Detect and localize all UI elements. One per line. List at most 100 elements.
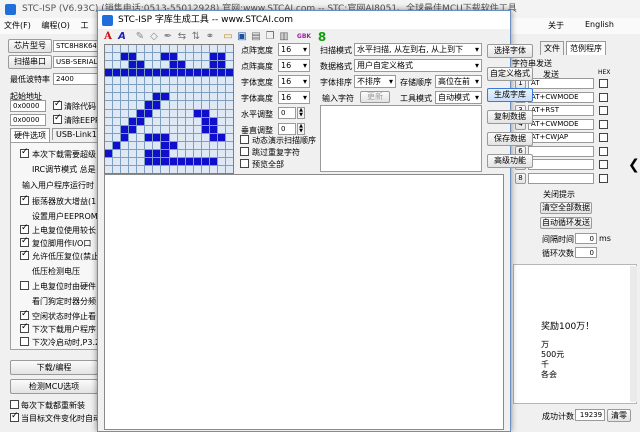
glyph-pixel[interactable] <box>129 69 137 77</box>
eraser-icon[interactable]: ◇ <box>148 30 160 44</box>
glyph-pixel[interactable] <box>153 85 161 93</box>
glyph-pixel[interactable] <box>161 117 169 125</box>
pen-icon[interactable]: ✒ <box>162 30 174 44</box>
gbk-icon[interactable]: GBK <box>294 30 314 44</box>
glyph-pixel[interactable] <box>145 93 153 101</box>
glyph-pixel[interactable] <box>137 141 145 149</box>
glyph-pixel[interactable] <box>161 133 169 141</box>
glyph-pixel[interactable] <box>105 101 113 109</box>
glyph-pixel[interactable] <box>161 53 169 61</box>
glyph-pixel[interactable] <box>185 157 193 165</box>
glyph-pixel[interactable] <box>145 69 153 77</box>
glyph-pixel[interactable] <box>113 61 121 69</box>
glyph-pixel[interactable] <box>209 61 217 69</box>
glyph-pixel[interactable] <box>105 117 113 125</box>
v-adjust-spinner-icon[interactable]: ▲ ▼ <box>297 123 305 135</box>
glyph-pixel[interactable] <box>185 149 193 157</box>
glyph-pixel[interactable] <box>145 165 153 173</box>
glyph-pixel[interactable] <box>105 149 113 157</box>
send-row-hex-checkbox[interactable] <box>599 92 608 102</box>
chip-model-select[interactable]: STC8H8K64U <box>53 40 99 52</box>
option-checkbox-11[interactable] <box>20 309 29 320</box>
glyph-pixel[interactable] <box>193 149 201 157</box>
glyph-pixel[interactable] <box>209 141 217 149</box>
option-checkbox-5[interactable] <box>20 223 29 234</box>
glyph-pixel[interactable] <box>177 133 185 141</box>
dot-height-select[interactable]: 16 <box>278 59 310 72</box>
glyph-pixel[interactable] <box>161 149 169 157</box>
glyph-pixel[interactable] <box>201 53 209 61</box>
glyph-pixel[interactable] <box>193 45 201 53</box>
glyph-pixel[interactable] <box>185 101 193 109</box>
font-blue-icon[interactable]: A <box>116 30 128 44</box>
glyph-pixel[interactable] <box>225 101 233 109</box>
send-row-input[interactable]: AT+CWJAP <box>528 132 594 143</box>
glyph-pixel[interactable] <box>137 61 145 69</box>
glyph-pixel[interactable] <box>161 45 169 53</box>
option-checkbox-13[interactable] <box>20 337 29 346</box>
send-row-hex-checkbox[interactable] <box>599 173 608 183</box>
glyph-pixel[interactable] <box>145 85 153 93</box>
h-adjust-input[interactable]: 0 <box>278 107 296 119</box>
glyph-pixel[interactable] <box>121 125 129 133</box>
glyph-pixel[interactable] <box>153 53 161 61</box>
swap-icon[interactable]: ⇆ <box>176 30 188 44</box>
font-height-select[interactable]: 16 <box>278 91 310 104</box>
menu-program[interactable]: 编程(O) <box>37 18 74 33</box>
loop-count-input[interactable]: 0 <box>575 247 597 258</box>
glyph-pixel[interactable] <box>145 117 153 125</box>
send-row-input[interactable]: AT+CWMODE <box>528 118 594 130</box>
glyph-pixel[interactable] <box>217 101 225 109</box>
glyph-pixel[interactable] <box>177 61 185 69</box>
tool-mode-select[interactable]: 自动模式 <box>435 91 482 104</box>
glyph-pixel[interactable] <box>225 125 233 133</box>
open-folder-icon[interactable]: ▭ <box>222 30 234 44</box>
send-row-input[interactable]: AT+RST <box>528 105 594 116</box>
glyph-pixel[interactable] <box>217 149 225 157</box>
option-checkbox-12[interactable] <box>20 322 29 333</box>
glyph-pixel[interactable] <box>129 61 137 69</box>
glyph-pixel[interactable] <box>121 149 129 157</box>
glyph-pixel[interactable] <box>161 165 169 173</box>
glyph-pixel[interactable] <box>209 93 217 101</box>
reset-count-button[interactable]: 清零 <box>607 409 631 422</box>
glyph-pixel[interactable] <box>225 141 233 149</box>
option-checkbox-6[interactable] <box>20 236 29 247</box>
start-addr-field-2[interactable]: 0x0000 <box>10 114 46 126</box>
glyph-pixel[interactable] <box>193 165 201 173</box>
glyph-pixel[interactable] <box>161 141 169 149</box>
glyph-pixel[interactable] <box>225 61 233 69</box>
save-icon[interactable]: ▣ <box>236 30 248 44</box>
glyph-pixel[interactable] <box>185 125 193 133</box>
glyph-pixel[interactable] <box>225 85 233 93</box>
send-row-input[interactable] <box>528 159 594 170</box>
skip-dup-checkbox[interactable] <box>240 147 249 156</box>
glyph-pixel[interactable] <box>121 141 129 149</box>
glyph-pixel[interactable] <box>217 141 225 149</box>
glyph-pixel[interactable] <box>113 53 121 61</box>
glyph-pixel[interactable] <box>161 109 169 117</box>
glyph-pixel[interactable] <box>129 93 137 101</box>
glyph-pixel[interactable] <box>145 133 153 141</box>
glyph-pixel[interactable] <box>113 77 121 85</box>
glyph-pixel[interactable] <box>217 93 225 101</box>
option-checkbox-7[interactable] <box>20 249 29 260</box>
tab-sample-programs[interactable]: 范例程序 <box>566 41 606 55</box>
glyph-pixel[interactable] <box>177 85 185 93</box>
v-adjust-input[interactable]: 0 <box>278 123 296 135</box>
glyph-pixel[interactable] <box>153 45 161 53</box>
glyph-pixel[interactable] <box>201 69 209 77</box>
glyph-pixel[interactable] <box>129 53 137 61</box>
glyph-pixel[interactable] <box>185 85 193 93</box>
glyph-pixel[interactable] <box>161 157 169 165</box>
glyph-pixel[interactable] <box>193 117 201 125</box>
clear-eeprom-checkbox[interactable] <box>53 113 62 124</box>
glyph-pixel[interactable] <box>153 165 161 173</box>
send-row-hex-checkbox[interactable] <box>599 119 608 129</box>
glyph-pixel[interactable] <box>177 157 185 165</box>
start-addr-field-1[interactable]: 0x0000 <box>10 100 46 112</box>
glyph-pixel[interactable] <box>169 85 177 93</box>
input-char-textbox[interactable] <box>320 105 482 172</box>
glyph-pixel[interactable] <box>153 141 161 149</box>
send-row-hex-checkbox[interactable] <box>599 79 608 88</box>
